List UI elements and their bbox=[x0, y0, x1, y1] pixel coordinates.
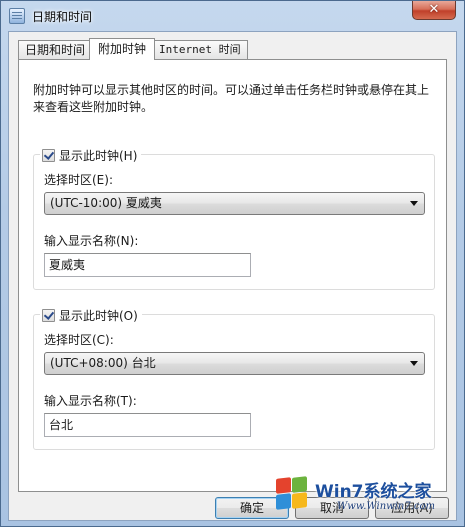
watermark: Win7系统之家 Www.Winwin7.com bbox=[275, 471, 465, 527]
clock2-name-input[interactable]: 台北 bbox=[44, 413, 251, 437]
clock1-timezone-select[interactable]: (UTC-10:00) 夏威夷 bbox=[44, 192, 425, 215]
clock2-checkbox[interactable] bbox=[42, 308, 55, 322]
clock1-checkbox-row[interactable]: 显示此时钟(H) bbox=[40, 147, 142, 163]
clock1-checkbox[interactable] bbox=[42, 148, 55, 162]
tab-additional-clocks[interactable]: 附加时钟 bbox=[89, 38, 156, 60]
watermark-url: Www.Winwin7.com bbox=[337, 501, 435, 512]
description-text: 附加时钟可以显示其他时区的时间。可以通过单击任务栏时钟或悬停在其上来查看这些附加… bbox=[33, 83, 430, 114]
clock1-checkbox-label: 显示此时钟(H) bbox=[59, 148, 138, 163]
tab-date-time[interactable]: 日期和时间 bbox=[18, 40, 93, 60]
clock2-name-label: 输入显示名称(T): bbox=[44, 394, 137, 408]
clock2-timezone-value: (UTC+08:00) 台北 bbox=[50, 356, 156, 370]
clock2-timezone-select[interactable]: (UTC+08:00) 台北 bbox=[44, 352, 425, 375]
title-bar[interactable]: 日期和时间 ✕ bbox=[1, 1, 464, 31]
clock2-timezone-label: 选择时区(C): bbox=[44, 333, 114, 347]
dropdown-arrow-icon bbox=[410, 201, 418, 206]
dialog-window: 日期和时间 ✕ 日期和时间 附加时钟 Internet 时间 附加时钟可以显示其… bbox=[0, 0, 465, 527]
close-button[interactable]: ✕ bbox=[412, 1, 456, 20]
clock2-group: 显示此时钟(O) 选择时区(C): (UTC+08:00) 台北 输入显示名称(… bbox=[33, 307, 435, 450]
clock1-timezone-value: (UTC-10:00) 夏威夷 bbox=[50, 196, 162, 210]
dropdown-arrow-icon bbox=[410, 361, 418, 366]
clock1-timezone-label: 选择时区(E): bbox=[44, 173, 113, 187]
calendar-icon bbox=[9, 8, 25, 24]
watermark-brand: Win7系统之家 bbox=[315, 482, 432, 502]
windows-logo-icon bbox=[275, 476, 309, 511]
tab-panel: 附加时钟可以显示其他时区的时间。可以通过单击任务栏时钟或悬停在其上来查看这些附加… bbox=[18, 59, 447, 492]
clock2-checkbox-label: 显示此时钟(O) bbox=[59, 308, 138, 323]
window-title: 日期和时间 bbox=[32, 10, 93, 24]
clock1-name-input[interactable]: 夏威夷 bbox=[44, 253, 251, 277]
client-area: 日期和时间 附加时钟 Internet 时间 附加时钟可以显示其他时区的时间。可… bbox=[8, 31, 457, 521]
clock1-group: 显示此时钟(H) 选择时区(E): (UTC-10:00) 夏威夷 输入显示名称… bbox=[33, 147, 435, 290]
tab-strip: 日期和时间 附加时钟 Internet 时间 bbox=[18, 38, 248, 60]
clock1-name-label: 输入显示名称(N): bbox=[44, 234, 139, 248]
tab-internet-time[interactable]: Internet 时间 bbox=[152, 40, 248, 60]
clock2-checkbox-row[interactable]: 显示此时钟(O) bbox=[40, 307, 142, 323]
